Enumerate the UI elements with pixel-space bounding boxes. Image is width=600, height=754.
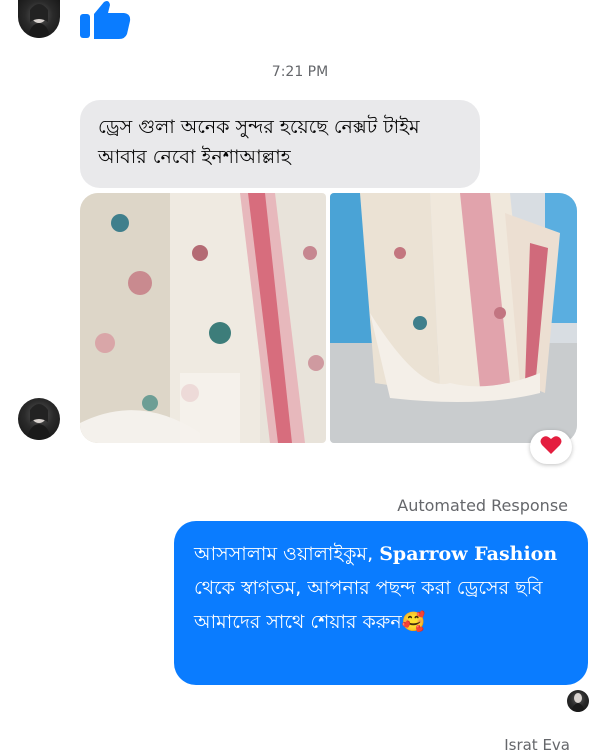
heart-icon	[540, 435, 562, 459]
contact-avatar[interactable]	[18, 398, 60, 440]
reply-text-part1: আসসালাম ওয়ালাইকুম,	[194, 543, 380, 565]
thumbs-up-icon[interactable]	[78, 0, 134, 40]
outgoing-message-bubble[interactable]: আসসালাম ওয়ালাইকুম, Sparrow Fashion থেকে…	[174, 521, 588, 685]
reply-text-part2: থেকে স্বাগতম, আপনার পছন্দ করা ড্রেসের ছব…	[194, 577, 543, 633]
sender-name: Israt Eva	[504, 736, 570, 754]
incoming-message-bubble[interactable]: ড্রেস গুলা অনেক সুন্দর হয়েছে নেক্সট টাই…	[80, 100, 480, 188]
contact-avatar-top[interactable]	[18, 0, 60, 38]
incoming-photo-2[interactable]	[330, 193, 577, 443]
brand-name: Sparrow Fashion	[379, 543, 558, 565]
seen-avatar	[567, 690, 589, 712]
message-timestamp: 7:21 PM	[271, 64, 329, 80]
incoming-photo-1[interactable]	[80, 193, 326, 443]
smiling-hearts-emoji: 🥰	[401, 611, 426, 633]
heart-reaction-badge[interactable]	[530, 430, 572, 464]
automated-response-label: Automated Response	[397, 496, 568, 515]
